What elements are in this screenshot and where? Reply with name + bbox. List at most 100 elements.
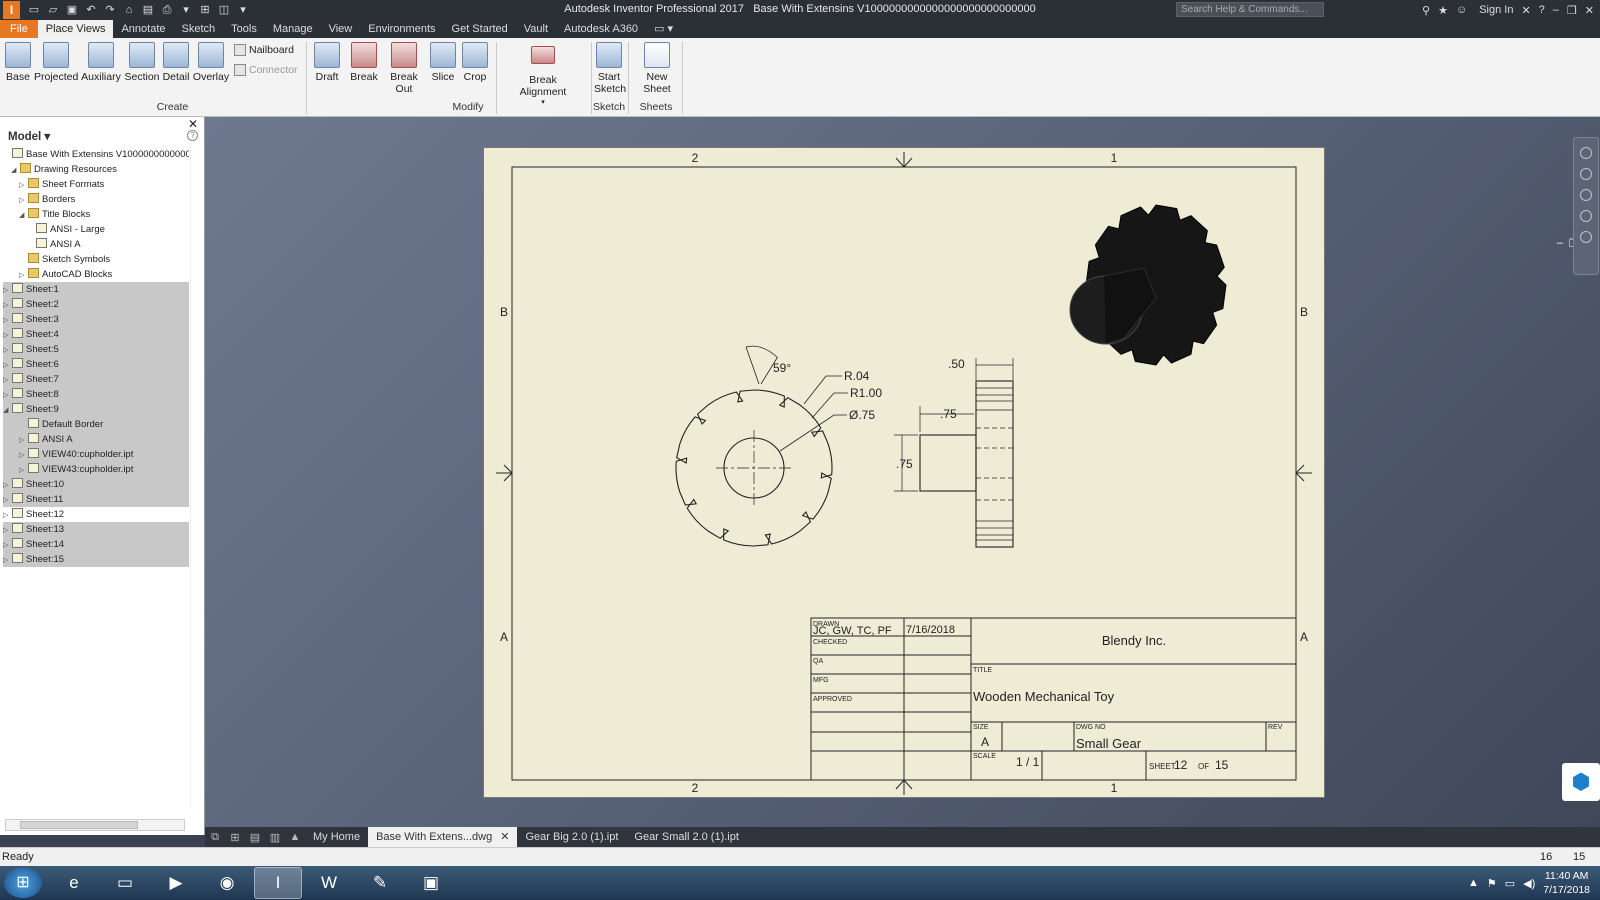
expand-toggle-icon[interactable]: ▷	[3, 358, 12, 372]
dwg-no-value[interactable]: Small Gear	[1076, 736, 1142, 751]
browser-help-icon[interactable]: ?	[187, 130, 198, 141]
ribbon-options-icon[interactable]: ▭ ▾	[646, 20, 681, 38]
arrange-horizontal-icon[interactable]: ▤	[245, 831, 265, 844]
browser-node[interactable]: ▷ Sheet:7	[3, 372, 189, 387]
auxiliary-view-button[interactable]: Auxiliary	[80, 42, 122, 83]
browser-node[interactable]: ▷ Sheet:8	[3, 387, 189, 402]
browser-node[interactable]: ▷ Sheet:12	[3, 507, 189, 522]
expand-toggle-icon[interactable]: ▷	[19, 268, 28, 282]
angle-dimension-text[interactable]: 59°	[773, 361, 791, 375]
expand-toggle-icon[interactable]: ▷	[19, 178, 28, 192]
browser-node[interactable]: ▷ Sheet:3	[3, 312, 189, 327]
section-view-button[interactable]: Section	[123, 42, 161, 83]
browser-node[interactable]: ▷ Sheet Formats	[3, 177, 189, 192]
tab-view[interactable]: View	[321, 20, 361, 38]
browser-horizontal-scrollbar[interactable]	[5, 819, 185, 831]
tab-base-drawing[interactable]: Base With Extens...dwg ✕	[368, 827, 518, 847]
expand-toggle-icon[interactable]: ▷	[19, 433, 28, 447]
browser-close-icon[interactable]: ✕	[188, 117, 198, 131]
chrome-icon[interactable]: ◉	[203, 867, 251, 899]
break-button[interactable]: Break	[349, 42, 379, 83]
projected-view-button[interactable]: Projected	[34, 42, 78, 83]
close-button[interactable]: ✕	[1585, 4, 1594, 17]
minimize-button[interactable]: –	[1553, 4, 1559, 16]
width-dimension-text[interactable]: .50	[948, 357, 965, 371]
tab-annotate[interactable]: Annotate	[113, 20, 173, 38]
drawing-title[interactable]: Wooden Mechanical Toy	[973, 689, 1115, 704]
gear-side-view[interactable]	[894, 358, 1014, 548]
gear-isometric-view[interactable]	[1069, 204, 1227, 366]
break-alignment-button[interactable]: Break Alignment ▾	[506, 42, 580, 106]
scale-value[interactable]: 1 / 1	[1016, 755, 1040, 769]
expand-toggle-icon[interactable]: ▷	[3, 343, 12, 357]
star-icon[interactable]: ★	[1438, 4, 1448, 17]
tab-manage[interactable]: Manage	[265, 20, 321, 38]
connector-button[interactable]: Connector	[234, 64, 297, 76]
break-out-button[interactable]: Break Out	[381, 42, 427, 95]
expand-toggle-icon[interactable]: ▷	[3, 283, 12, 297]
browser-node[interactable]: ▷ Sheet:13	[3, 522, 189, 537]
home-icon[interactable]: ⌂	[121, 2, 137, 18]
expand-toggle-icon[interactable]: ◢	[11, 163, 20, 177]
redo-icon[interactable]: ↷	[102, 2, 118, 18]
expand-toggle-icon[interactable]: ▷	[3, 553, 12, 567]
browser-node[interactable]: ◢ Drawing Resources	[3, 162, 189, 177]
user-icon[interactable]: ☺	[1456, 4, 1467, 16]
browser-node[interactable]: ▷ Sheet:14	[3, 537, 189, 552]
browser-node[interactable]: ANSI A	[3, 237, 189, 252]
measure-icon[interactable]: ⊞	[197, 2, 213, 18]
steering-wheel-icon[interactable]	[1580, 147, 1592, 159]
browser-node[interactable]: ◢ Sheet:9	[3, 402, 189, 417]
help-icon[interactable]: ?	[1539, 4, 1545, 16]
save-icon[interactable]: ▣	[64, 2, 80, 18]
browser-node[interactable]: Base With Extensins V1000000000000000000	[3, 147, 189, 162]
gear-front-view[interactable]	[675, 345, 833, 547]
share-view-icon[interactable]: ⬢	[1562, 763, 1600, 801]
slice-button[interactable]: Slice	[430, 42, 456, 83]
browser-node[interactable]: Default Border	[3, 417, 189, 432]
volume-icon[interactable]: ◀)	[1523, 877, 1535, 890]
sign-in-button[interactable]: Sign In	[1479, 4, 1513, 16]
tab-sketch[interactable]: Sketch	[174, 20, 224, 38]
expand-toggle-icon[interactable]: ▷	[3, 493, 12, 507]
browser-node[interactable]: ▷ Sheet:1	[3, 282, 189, 297]
close-tab-icon[interactable]: ✕	[500, 831, 509, 843]
draft-view-button[interactable]: Draft	[312, 42, 342, 83]
browser-node[interactable]: Sketch Symbols	[3, 252, 189, 267]
customize-icon[interactable]: ▾	[235, 2, 251, 18]
browser-node[interactable]: ▷ Sheet:11	[3, 492, 189, 507]
expand-toggle-icon[interactable]: ▷	[3, 508, 12, 522]
browser-node[interactable]: ▷ VIEW40:cupholder.ipt	[3, 447, 189, 462]
fillet-radius-dimension[interactable]: R.04	[844, 369, 870, 383]
expand-toggle-icon[interactable]: ▷	[3, 328, 12, 342]
browser-node[interactable]: ▷ ANSI A	[3, 432, 189, 447]
expand-toggle-icon[interactable]: ▷	[19, 193, 28, 207]
browser-node[interactable]: ▷ VIEW43:cupholder.ipt	[3, 462, 189, 477]
expand-toggle-icon[interactable]: ▷	[3, 313, 12, 327]
tab-gear-small[interactable]: Gear Small 2.0 (1).ipt	[626, 827, 747, 847]
clock[interactable]: 11:40 AM 7/17/2018	[1543, 869, 1590, 897]
tab-file[interactable]: File	[0, 20, 38, 38]
drawing-sheet[interactable]: 2 1 2 1 B B A A 59° R.04 R1.00 Ø.75 .50 …	[483, 147, 1325, 798]
tab-get-started[interactable]: Get Started	[444, 20, 516, 38]
crop-button[interactable]: Crop	[462, 42, 488, 83]
appearance-icon[interactable]: ◫	[216, 2, 232, 18]
expand-toggle-icon[interactable]: ▷	[3, 298, 12, 312]
expand-toggle-icon[interactable]: ▷	[3, 373, 12, 387]
drawn-by-value[interactable]: JC, GW, TC, PF	[813, 625, 892, 637]
open-file-icon[interactable]: ▱	[45, 2, 61, 18]
search-input[interactable]: Search Help & Commands...	[1176, 2, 1324, 17]
drawn-date-value[interactable]: 7/16/2018	[906, 624, 955, 636]
zoom-all-icon[interactable]	[1580, 210, 1592, 222]
action-center-flag-icon[interactable]: ⚑	[1487, 877, 1497, 890]
inventor-taskbar-icon[interactable]: I	[254, 867, 302, 899]
exchange-icon[interactable]: ✕	[1521, 4, 1530, 17]
tile-icon[interactable]: ⊞	[225, 831, 245, 844]
browser-node[interactable]: ▷ AutoCAD Blocks	[3, 267, 189, 282]
expand-toggle-icon[interactable]: ▷	[19, 463, 28, 477]
expand-toggle-icon[interactable]: ▷	[3, 538, 12, 552]
update-icon[interactable]: ▤	[140, 2, 156, 18]
browser-title[interactable]: Model ▾	[8, 129, 50, 143]
canvas-minimize-button[interactable]: –	[1557, 237, 1563, 250]
tab-my-home[interactable]: My Home	[305, 827, 368, 847]
